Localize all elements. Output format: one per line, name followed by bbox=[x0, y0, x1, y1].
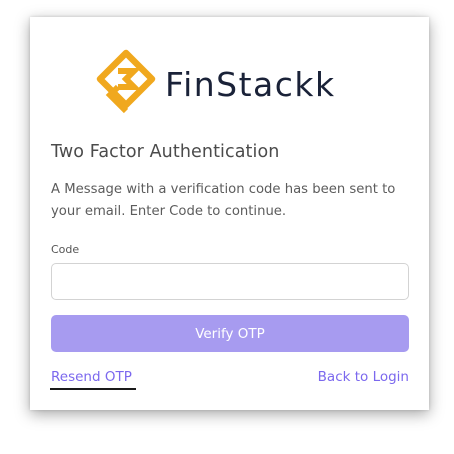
login-card: FinStackk Two Factor Authentication A Me… bbox=[30, 17, 429, 410]
finstackk-logo-icon bbox=[96, 49, 156, 114]
instructions-text: A Message with a verification code has b… bbox=[51, 182, 396, 219]
back-to-login-link[interactable]: Back to Login bbox=[318, 369, 409, 385]
code-label: Code bbox=[51, 243, 80, 256]
verify-otp-button[interactable]: Verify OTP bbox=[51, 315, 409, 352]
resend-otp-link[interactable]: Resend OTP bbox=[51, 369, 132, 385]
code-input[interactable] bbox=[51, 263, 409, 300]
page-title: Two Factor Authentication bbox=[51, 142, 280, 162]
brand-name: FinStackk bbox=[165, 64, 336, 104]
brand-logo: FinStackk bbox=[96, 48, 336, 120]
resend-link-underline bbox=[50, 388, 136, 390]
